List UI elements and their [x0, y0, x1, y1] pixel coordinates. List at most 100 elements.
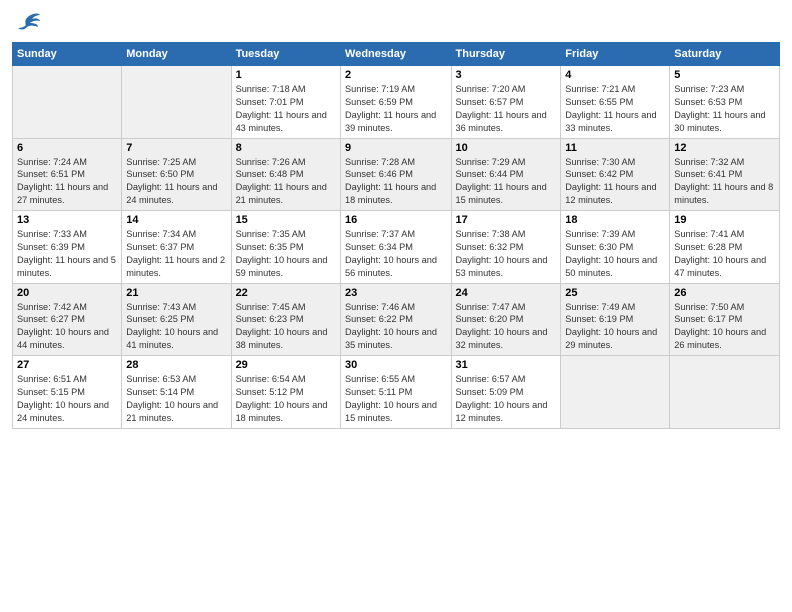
calendar-cell: 17Sunrise: 7:38 AM Sunset: 6:32 PM Dayli… — [451, 211, 561, 284]
calendar-cell: 5 Sunrise: 7:23 AM Sunset: 6:53 PM Daylig… — [670, 66, 780, 139]
day-info: Sunrise: 7:38 AM Sunset: 6:32 PM Dayligh… — [456, 228, 557, 280]
day-info: Sunrise: 7:37 AM Sunset: 6:34 PM Dayligh… — [345, 228, 446, 280]
calendar-cell: 20 Sunrise: 7:42 AM Sunset: 6:27 PM Dayli… — [13, 283, 122, 356]
day-number: 18 — [565, 214, 665, 226]
day-info: Sunrise: 7:29 AM Sunset: 6:44 PM Dayligh… — [456, 156, 557, 208]
logo — [12, 10, 46, 34]
calendar-cell: 2 Sunrise: 7:19 AM Sunset: 6:59 PM Daylig… — [341, 66, 451, 139]
day-number: 25 — [565, 287, 665, 299]
page-container: SundayMondayTuesdayWednesdayThursdayFrid… — [0, 0, 792, 612]
calendar-cell — [122, 66, 231, 139]
day-header-wednesday: Wednesday — [341, 43, 451, 66]
calendar-cell: 3 Sunrise: 7:20 AM Sunset: 6:57 PM Daylig… — [451, 66, 561, 139]
calendar-cell: 22 Sunrise: 7:45 AM Sunset: 6:23 PM Dayli… — [231, 283, 340, 356]
calendar-cell: 11 Sunrise: 7:30 AM Sunset: 6:42 PM Dayli… — [561, 138, 670, 211]
calendar-cell: 24Sunrise: 7:47 AM Sunset: 6:20 PM Dayli… — [451, 283, 561, 356]
day-number: 16 — [345, 214, 446, 226]
calendar-cell: 30 Sunrise: 6:55 AM Sunset: 5:11 PM Dayli… — [341, 356, 451, 429]
calendar-cell: 28Sunrise: 6:53 AM Sunset: 5:14 PM Dayli… — [122, 356, 231, 429]
day-number: 23 — [345, 287, 446, 299]
day-number: 14 — [126, 214, 226, 226]
day-info: Sunrise: 7:20 AM Sunset: 6:57 PM Dayligh… — [456, 83, 557, 135]
day-info: Sunrise: 7:50 AM Sunset: 6:17 PM Dayligh… — [674, 301, 775, 353]
day-info: Sunrise: 6:57 AM Sunset: 5:09 PM Dayligh… — [456, 373, 557, 425]
day-number: 9 — [345, 142, 446, 154]
day-number: 5 — [674, 69, 775, 81]
calendar-cell: 31 Sunrise: 6:57 AM Sunset: 5:09 PM Dayli… — [451, 356, 561, 429]
calendar-cell: 19Sunrise: 7:41 AM Sunset: 6:28 PM Dayli… — [670, 211, 780, 284]
calendar-cell: 18 Sunrise: 7:39 AM Sunset: 6:30 PM Dayli… — [561, 211, 670, 284]
calendar-cell: 10Sunrise: 7:29 AM Sunset: 6:44 PM Dayli… — [451, 138, 561, 211]
calendar-cell: 7Sunrise: 7:25 AM Sunset: 6:50 PM Daylig… — [122, 138, 231, 211]
day-info: Sunrise: 6:51 AM Sunset: 5:15 PM Dayligh… — [17, 373, 117, 425]
day-info: Sunrise: 7:32 AM Sunset: 6:41 PM Dayligh… — [674, 156, 775, 208]
day-info: Sunrise: 7:47 AM Sunset: 6:20 PM Dayligh… — [456, 301, 557, 353]
day-header-saturday: Saturday — [670, 43, 780, 66]
day-number: 6 — [17, 142, 117, 154]
calendar-cell — [13, 66, 122, 139]
day-info: Sunrise: 6:55 AM Sunset: 5:11 PM Dayligh… — [345, 373, 446, 425]
calendar-cell — [561, 356, 670, 429]
calendar-cell: 21Sunrise: 7:43 AM Sunset: 6:25 PM Dayli… — [122, 283, 231, 356]
calendar-cell: 27 Sunrise: 6:51 AM Sunset: 5:15 PM Dayli… — [13, 356, 122, 429]
day-header-thursday: Thursday — [451, 43, 561, 66]
calendar-cell: 15 Sunrise: 7:35 AM Sunset: 6:35 PM Dayli… — [231, 211, 340, 284]
calendar-week-1: 1 Sunrise: 7:18 AM Sunset: 7:01 PM Daylig… — [13, 66, 780, 139]
calendar-header-row: SundayMondayTuesdayWednesdayThursdayFrid… — [13, 43, 780, 66]
calendar-week-5: 27 Sunrise: 6:51 AM Sunset: 5:15 PM Dayli… — [13, 356, 780, 429]
day-info: Sunrise: 7:45 AM Sunset: 6:23 PM Dayligh… — [236, 301, 336, 353]
day-number: 2 — [345, 69, 446, 81]
day-info: Sunrise: 7:23 AM Sunset: 6:53 PM Dayligh… — [674, 83, 775, 135]
calendar-cell: 6Sunrise: 7:24 AM Sunset: 6:51 PM Daylig… — [13, 138, 122, 211]
calendar-week-2: 6Sunrise: 7:24 AM Sunset: 6:51 PM Daylig… — [13, 138, 780, 211]
day-info: Sunrise: 7:39 AM Sunset: 6:30 PM Dayligh… — [565, 228, 665, 280]
day-number: 11 — [565, 142, 665, 154]
day-info: Sunrise: 7:25 AM Sunset: 6:50 PM Dayligh… — [126, 156, 226, 208]
day-number: 22 — [236, 287, 336, 299]
calendar-cell: 9 Sunrise: 7:28 AM Sunset: 6:46 PM Daylig… — [341, 138, 451, 211]
day-info: Sunrise: 7:35 AM Sunset: 6:35 PM Dayligh… — [236, 228, 336, 280]
calendar-cell: 25 Sunrise: 7:49 AM Sunset: 6:19 PM Dayli… — [561, 283, 670, 356]
day-info: Sunrise: 7:42 AM Sunset: 6:27 PM Dayligh… — [17, 301, 117, 353]
page-header — [12, 10, 780, 34]
day-info: Sunrise: 7:46 AM Sunset: 6:22 PM Dayligh… — [345, 301, 446, 353]
calendar-cell: 1 Sunrise: 7:18 AM Sunset: 7:01 PM Daylig… — [231, 66, 340, 139]
day-number: 27 — [17, 359, 117, 371]
day-number: 3 — [456, 69, 557, 81]
calendar-cell: 23 Sunrise: 7:46 AM Sunset: 6:22 PM Dayli… — [341, 283, 451, 356]
day-header-tuesday: Tuesday — [231, 43, 340, 66]
day-info: Sunrise: 6:53 AM Sunset: 5:14 PM Dayligh… — [126, 373, 226, 425]
day-info: Sunrise: 7:28 AM Sunset: 6:46 PM Dayligh… — [345, 156, 446, 208]
day-info: Sunrise: 7:21 AM Sunset: 6:55 PM Dayligh… — [565, 83, 665, 135]
day-number: 29 — [236, 359, 336, 371]
day-number: 31 — [456, 359, 557, 371]
day-number: 19 — [674, 214, 775, 226]
day-number: 13 — [17, 214, 117, 226]
day-number: 4 — [565, 69, 665, 81]
calendar-cell: 26 Sunrise: 7:50 AM Sunset: 6:17 PM Dayli… — [670, 283, 780, 356]
day-number: 26 — [674, 287, 775, 299]
day-header-sunday: Sunday — [13, 43, 122, 66]
day-info: Sunrise: 7:18 AM Sunset: 7:01 PM Dayligh… — [236, 83, 336, 135]
calendar-week-3: 13 Sunrise: 7:33 AM Sunset: 6:39 PM Dayli… — [13, 211, 780, 284]
day-info: Sunrise: 7:34 AM Sunset: 6:37 PM Dayligh… — [126, 228, 226, 280]
calendar-cell: 29 Sunrise: 6:54 AM Sunset: 5:12 PM Dayli… — [231, 356, 340, 429]
calendar-week-4: 20 Sunrise: 7:42 AM Sunset: 6:27 PM Dayli… — [13, 283, 780, 356]
day-info: Sunrise: 7:33 AM Sunset: 6:39 PM Dayligh… — [17, 228, 117, 280]
day-number: 8 — [236, 142, 336, 154]
day-number: 12 — [674, 142, 775, 154]
day-info: Sunrise: 7:30 AM Sunset: 6:42 PM Dayligh… — [565, 156, 665, 208]
calendar-table: SundayMondayTuesdayWednesdayThursdayFrid… — [12, 42, 780, 429]
day-number: 20 — [17, 287, 117, 299]
calendar-cell: 14 Sunrise: 7:34 AM Sunset: 6:37 PM Dayli… — [122, 211, 231, 284]
day-info: Sunrise: 7:19 AM Sunset: 6:59 PM Dayligh… — [345, 83, 446, 135]
day-info: Sunrise: 7:43 AM Sunset: 6:25 PM Dayligh… — [126, 301, 226, 353]
day-info: Sunrise: 7:49 AM Sunset: 6:19 PM Dayligh… — [565, 301, 665, 353]
day-number: 1 — [236, 69, 336, 81]
day-number: 30 — [345, 359, 446, 371]
day-info: Sunrise: 6:54 AM Sunset: 5:12 PM Dayligh… — [236, 373, 336, 425]
calendar-cell: 16 Sunrise: 7:37 AM Sunset: 6:34 PM Dayli… — [341, 211, 451, 284]
day-number: 15 — [236, 214, 336, 226]
day-header-monday: Monday — [122, 43, 231, 66]
calendar-cell: 13 Sunrise: 7:33 AM Sunset: 6:39 PM Dayli… — [13, 211, 122, 284]
